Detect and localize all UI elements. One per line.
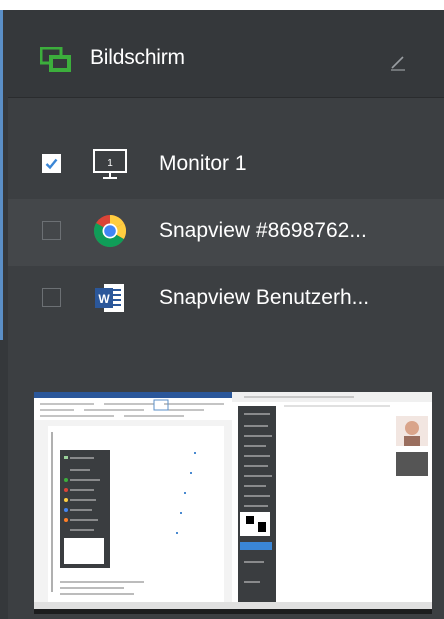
svg-text:1: 1 (107, 158, 113, 169)
source-label: Monitor 1 (159, 152, 247, 175)
screen-share-panel: Bildschirm 1 Monitor 1 Snapview #8698762… (8, 10, 444, 619)
source-item-word[interactable]: W Snapview Benutzerh... (8, 266, 444, 333)
screen-preview-thumbnail[interactable] (34, 392, 432, 614)
source-item-chrome[interactable]: Snapview #8698762... (8, 199, 444, 266)
chrome-icon (93, 214, 127, 248)
checkmark-icon (45, 158, 58, 170)
panel-title: Bildschirm (90, 46, 185, 69)
monitor-icon: 1 (93, 149, 127, 179)
edit-icon[interactable] (388, 52, 408, 72)
left-rail-accent (0, 10, 3, 340)
svg-text:W: W (98, 292, 110, 306)
source-checkbox-monitor-1[interactable] (42, 154, 61, 173)
preview-area (8, 370, 444, 619)
source-label: Snapview Benutzerh... (159, 286, 370, 309)
screen-share-icon (40, 47, 71, 72)
panel-header: Bildschirm (8, 10, 444, 98)
source-label: Snapview #8698762... (159, 219, 367, 242)
source-item-monitor-1[interactable]: 1 Monitor 1 (8, 132, 444, 199)
screen-preview-image (34, 392, 432, 609)
left-rail (0, 10, 8, 619)
source-checkbox-chrome[interactable] (42, 221, 61, 240)
source-checkbox-word[interactable] (42, 288, 61, 307)
window-top-edge (0, 0, 444, 10)
word-icon: W (95, 284, 124, 312)
source-list: 1 Monitor 1 Snapview #8698762... W Snapv… (8, 132, 444, 333)
